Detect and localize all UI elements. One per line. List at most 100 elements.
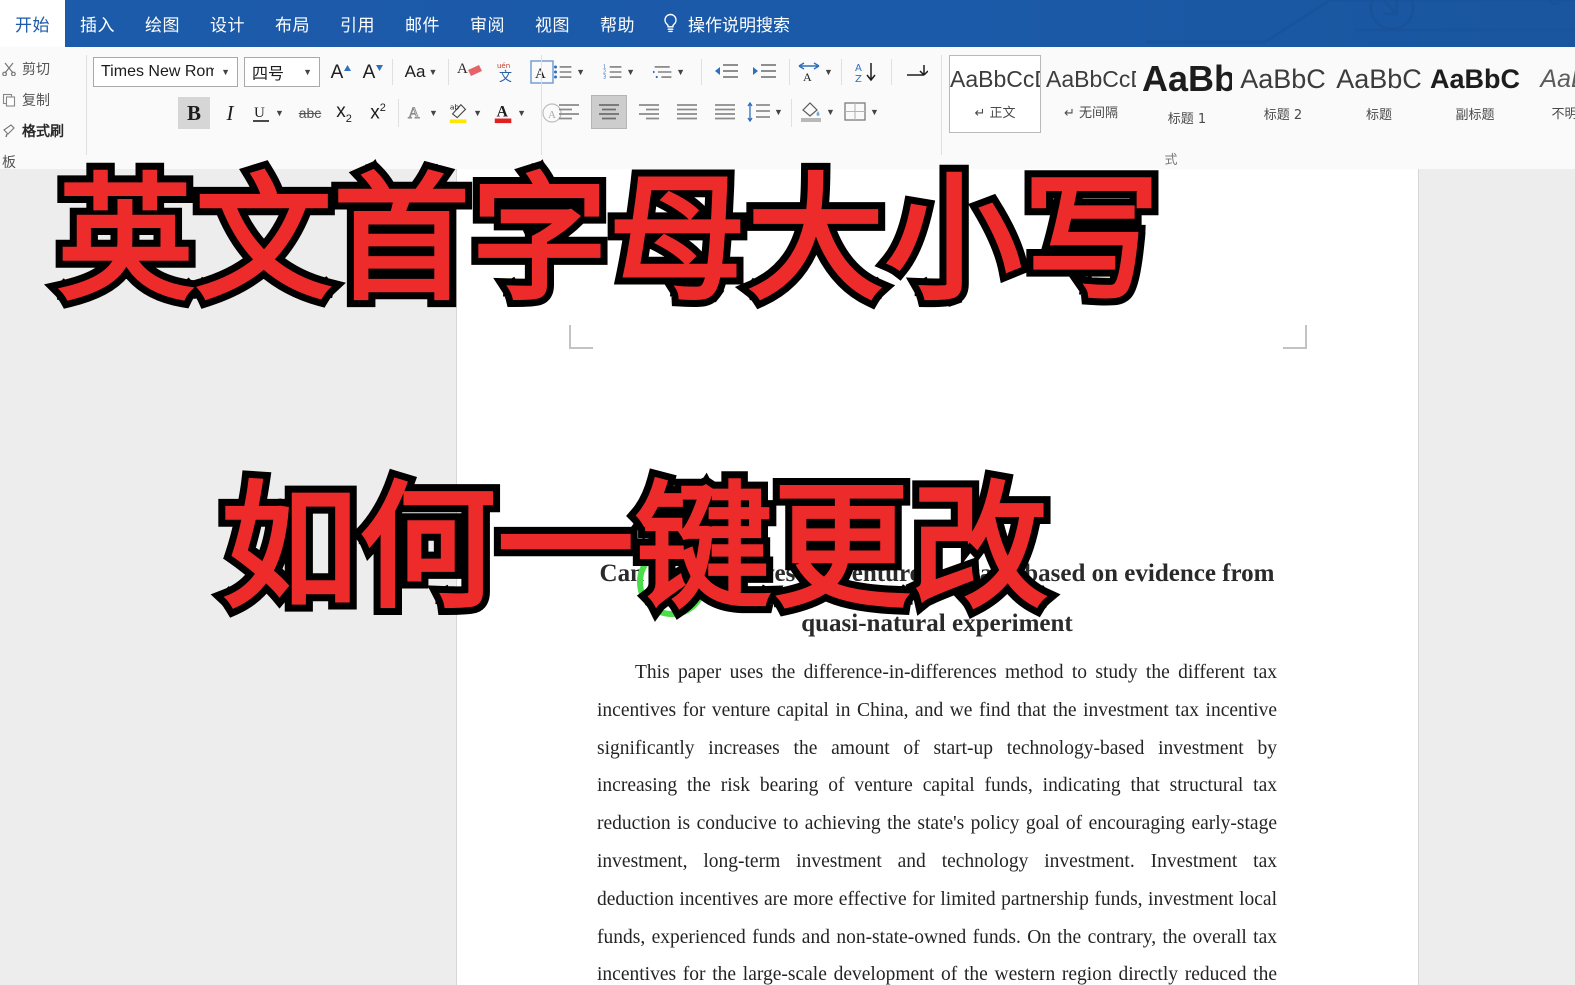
tab-help[interactable]: 帮助 bbox=[585, 0, 650, 47]
style-preview: AaBb bbox=[1540, 66, 1575, 92]
justify-icon bbox=[677, 104, 697, 120]
bold-label: B bbox=[186, 100, 201, 125]
inline-divider bbox=[791, 99, 792, 127]
decrease-indent-icon bbox=[715, 64, 738, 78]
tab-view[interactable]: 视图 bbox=[520, 0, 585, 47]
document-body: This paper uses the difference-in-differ… bbox=[597, 654, 1277, 985]
multilevel-list-button[interactable]: ▼ bbox=[653, 58, 685, 86]
copy-label: 复制 bbox=[22, 93, 50, 109]
show-formatting-marks-button[interactable] bbox=[899, 58, 933, 86]
superscript-button[interactable]: x2 bbox=[362, 97, 394, 129]
style-preview: AaBbCcDd bbox=[1046, 67, 1136, 91]
style-tile-5[interactable]: AaBbC 副标题 bbox=[1429, 55, 1521, 133]
style-tile-3[interactable]: AaBbC 标题 2 bbox=[1237, 55, 1329, 133]
align-left-button[interactable] bbox=[553, 97, 585, 127]
strikethrough-button[interactable]: abc bbox=[294, 97, 326, 129]
decorative-watermark bbox=[1145, 0, 1575, 44]
overlay-caption-line-1-fill: 英文首字母大小写 bbox=[57, 161, 1162, 320]
style-name: 副标题 bbox=[1455, 107, 1495, 123]
copy-button[interactable]: 复制 bbox=[2, 90, 50, 110]
highlighter-icon: ab bbox=[449, 102, 467, 124]
grow-font-button[interactable]: A bbox=[326, 58, 356, 86]
shading-button[interactable]: ▼ bbox=[799, 97, 835, 127]
chevron-down-icon: ▼ bbox=[428, 67, 438, 77]
font-family-combobox[interactable]: Times New Rom ▼ bbox=[93, 57, 238, 87]
align-right-button[interactable] bbox=[633, 97, 665, 127]
ribbon-tabs: 开始 插入 绘图 设计 布局 引用 邮件 审阅 视图 帮助 操作说明搜索 bbox=[0, 0, 802, 47]
chevron-down-icon: ▼ bbox=[824, 67, 833, 77]
style-tile-6[interactable]: AaBb 不明显 bbox=[1525, 55, 1575, 133]
text-highlight-button[interactable]: ab ▼ bbox=[448, 97, 482, 129]
tab-mailings[interactable]: 邮件 bbox=[390, 0, 455, 47]
sort-button[interactable]: A Z bbox=[849, 58, 883, 86]
style-name: 标题 bbox=[1365, 107, 1392, 123]
tab-insert[interactable]: 插入 bbox=[65, 0, 130, 47]
increase-indent-button[interactable] bbox=[747, 58, 781, 86]
tab-design[interactable]: 设计 bbox=[195, 0, 260, 47]
font-size-value: 四号 bbox=[252, 66, 285, 83]
align-center-icon bbox=[599, 104, 619, 120]
font-size-combobox[interactable]: 四号 ▼ bbox=[244, 57, 320, 87]
tab-layout[interactable]: 布局 bbox=[260, 0, 325, 47]
italic-label: I bbox=[226, 100, 234, 125]
tab-home[interactable]: 开始 bbox=[0, 0, 65, 47]
tab-help-label: 帮助 bbox=[600, 16, 635, 36]
decrease-indent-button[interactable] bbox=[709, 58, 743, 86]
justify-button[interactable] bbox=[671, 97, 703, 127]
line-spacing-button[interactable]: ▼ bbox=[747, 97, 783, 127]
ribbon-tab-bar: 开始 插入 绘图 设计 布局 引用 邮件 审阅 视图 帮助 操作说明搜索 bbox=[0, 0, 1575, 47]
style-name: ↵ 无间隔 bbox=[1063, 105, 1119, 121]
cut-button[interactable]: 剪切 bbox=[2, 59, 50, 79]
grow-font-label: A bbox=[330, 61, 344, 83]
change-case-button[interactable]: Aa ▼ bbox=[399, 59, 443, 85]
style-name: ↵ 正文 bbox=[974, 105, 1016, 121]
lightbulb-icon bbox=[664, 13, 677, 33]
tab-references[interactable]: 引用 bbox=[325, 0, 390, 47]
style-preview: AaBbC bbox=[1240, 65, 1326, 93]
style-preview: AaBbC bbox=[1336, 65, 1422, 93]
sort-az-icon: A Z bbox=[855, 63, 876, 83]
shrink-font-button[interactable]: A bbox=[358, 58, 388, 86]
borders-button[interactable]: ▼ bbox=[843, 97, 879, 127]
tab-review[interactable]: 审阅 bbox=[455, 0, 520, 47]
font-color-button[interactable]: A ▼ bbox=[492, 97, 526, 129]
bullet-list-icon bbox=[554, 65, 572, 79]
style-tile-0[interactable]: AaBbCcDd ↵ 正文 bbox=[949, 55, 1041, 133]
svg-text:Z: Z bbox=[855, 74, 862, 83]
pilcrow-icon bbox=[907, 65, 928, 76]
numbered-list-icon: 1 2 3 bbox=[603, 65, 622, 81]
style-tile-1[interactable]: AaBbCcDd ↵ 无间隔 bbox=[1045, 55, 1137, 133]
format-painter-button[interactable]: 格式刷 bbox=[2, 121, 64, 141]
phonetic-guide-button[interactable]: uén 文 bbox=[490, 57, 522, 87]
chevron-down-icon: ▼ bbox=[429, 108, 438, 118]
svg-text:uén: uén bbox=[497, 62, 510, 70]
underline-button[interactable]: U ▼ bbox=[250, 97, 284, 129]
tell-me-search[interactable]: 操作说明搜索 bbox=[650, 0, 802, 47]
tab-draw[interactable]: 绘图 bbox=[130, 0, 195, 47]
italic-button[interactable]: I bbox=[214, 97, 246, 129]
text-effects-button[interactable]: A ▼ bbox=[404, 97, 438, 129]
superscript-index: 2 bbox=[379, 101, 386, 114]
bullet-list-button[interactable]: ▼ bbox=[553, 58, 585, 86]
chevron-down-icon: ▼ bbox=[517, 108, 526, 118]
distribute-button[interactable] bbox=[709, 97, 741, 127]
strikethrough-label: abc bbox=[298, 105, 322, 121]
clear-formatting-button[interactable]: A bbox=[454, 57, 486, 87]
subscript-button[interactable]: x2 bbox=[328, 97, 360, 129]
bold-button[interactable]: B bbox=[178, 97, 210, 129]
style-tile-2[interactable]: AaBb 标题 1 bbox=[1141, 55, 1233, 133]
margin-marker-top-left bbox=[569, 325, 593, 349]
underline-icon: U bbox=[253, 105, 270, 122]
up-arrow-icon bbox=[344, 64, 352, 71]
east-asian-layout-button[interactable]: A ▼ bbox=[797, 58, 833, 86]
align-center-button[interactable] bbox=[591, 95, 627, 129]
svg-text:A: A bbox=[408, 105, 420, 122]
change-case-label: Aa bbox=[404, 62, 426, 81]
svg-text:文: 文 bbox=[499, 70, 512, 84]
numbered-list-button[interactable]: 1 2 3 ▼ bbox=[603, 58, 635, 86]
svg-text:A: A bbox=[497, 104, 509, 121]
tab-review-label: 审阅 bbox=[470, 16, 505, 36]
chevron-down-icon: ▼ bbox=[303, 67, 312, 77]
inline-divider bbox=[841, 59, 842, 85]
style-tile-4[interactable]: AaBbC 标题 bbox=[1333, 55, 1425, 133]
